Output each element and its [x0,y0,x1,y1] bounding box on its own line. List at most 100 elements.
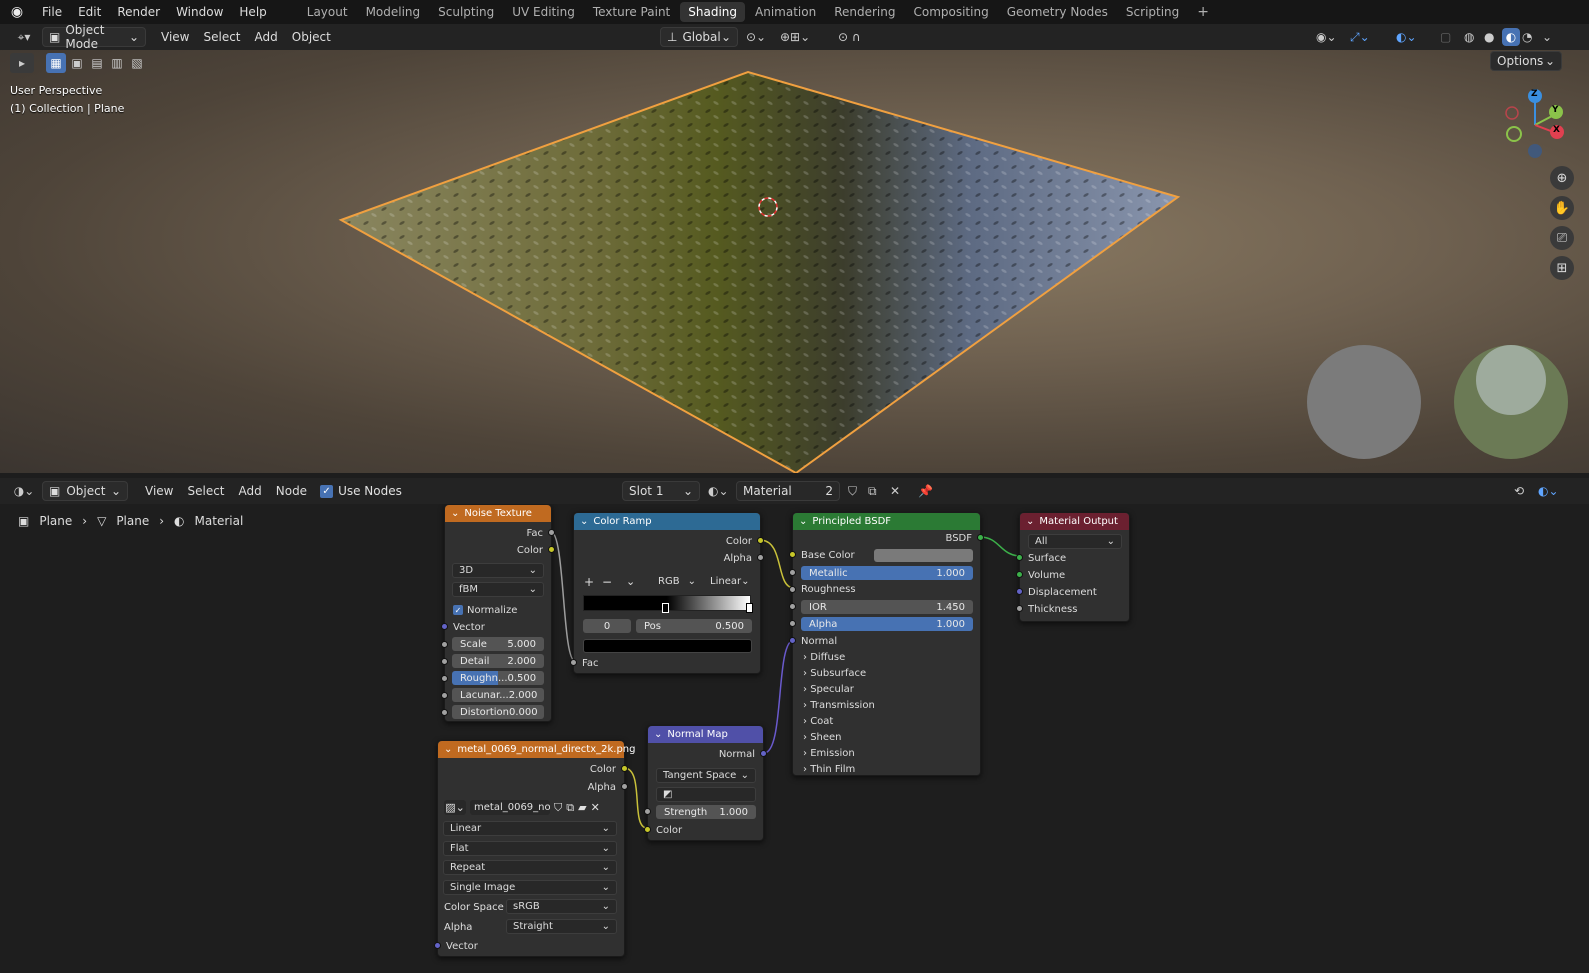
image-node-header[interactable]: ⌄ metal_0069_normal_directx_2k.png [438,741,635,758]
tab-uv-editing[interactable]: UV Editing [504,2,583,22]
normalmap-color-socket[interactable] [644,826,651,833]
ortho-grid-icon[interactable]: ⊞ [1550,256,1574,280]
ramp-pos-field[interactable]: Pos 0.500 [636,619,752,633]
surface-socket[interactable] [1016,554,1023,561]
node-menu-add[interactable]: Add [232,484,269,498]
node-menu-view[interactable]: View [138,484,180,498]
image-vector-socket[interactable] [434,942,441,949]
noise-color-socket[interactable] [548,546,555,553]
volume-socket[interactable] [1016,571,1023,578]
ramp-alpha-socket[interactable] [757,554,764,561]
normalmap-node-header[interactable]: ⌄ Normal Map [648,726,763,743]
normal-socket[interactable] [789,637,796,644]
slot-selector[interactable]: Slot 1 ⌄ [622,481,700,501]
panel-subsurface[interactable]: › Subsurface [803,668,866,679]
noise-vector-socket[interactable] [441,623,448,630]
rendered-shading-icon[interactable]: ◔ [1522,30,1532,44]
node-editor-type-icon[interactable]: ◑⌄ [6,484,42,498]
tab-layout[interactable]: Layout [299,2,356,22]
image-source-dropdown[interactable]: Single Image ⌄ [443,880,617,895]
panel-thin-film[interactable]: › Thin Film [803,764,855,775]
collapse-chevron-icon[interactable]: ⌄ [451,508,459,519]
metallic-socket[interactable] [789,569,796,576]
normalmap-uv-field[interactable]: ◩ [656,787,756,802]
tab-geometry-nodes[interactable]: Geometry Nodes [999,2,1116,22]
menu-help[interactable]: Help [231,0,274,24]
material-preview-icon[interactable]: ◐ [1502,28,1520,46]
visibility-icon[interactable]: ◉⌄ [1316,30,1337,44]
ramp-stop-black[interactable] [662,603,669,613]
base-color-swatch[interactable] [874,549,973,562]
noise-scale-field[interactable]: Scale 5.000 [452,637,544,651]
panel-emission[interactable]: › Emission [803,748,855,759]
collapse-chevron-icon[interactable]: ⌄ [444,744,452,755]
material-output-node[interactable]: ⌄ Material Output All ⌄ Surface Volume Dis… [1016,512,1130,622]
output-node-header[interactable]: ⌄ Material Output [1020,513,1129,530]
normalmap-space-dropdown[interactable]: Tangent Space ⌄ [656,768,756,783]
node-menu-node[interactable]: Node [269,484,314,498]
tab-sculpting[interactable]: Sculpting [430,2,502,22]
shading-options-icon[interactable]: ⌄ [1542,30,1552,44]
noise-distortion-socket[interactable] [441,709,448,716]
ramp-menu-chevron-icon[interactable]: ⌄ [626,575,635,588]
color-ramp-node[interactable]: ⌄ Color Ramp Color Alpha + − ⌄ RGB ⌄ Linea… [570,512,764,674]
tab-animation[interactable]: Animation [747,2,824,22]
image-alpha-mode-dropdown[interactable]: Straight ⌄ [506,919,617,934]
ramp-node-header[interactable]: ⌄ Color Ramp [574,513,760,530]
noise-type-dropdown[interactable]: fBM ⌄ [452,582,544,597]
ramp-fac-socket[interactable] [570,659,577,666]
image-shield-icon[interactable]: ⛉ [554,801,562,815]
ramp-interp-dropdown[interactable]: Linear ⌄ [704,574,754,589]
material-user-count[interactable]: 2 [819,484,833,498]
transform-orientation-selector[interactable]: ⊥ Global ⌄ [660,27,738,47]
thickness-socket[interactable] [1016,605,1023,612]
collapse-chevron-icon[interactable]: ⌄ [654,729,662,740]
snap-icon[interactable]: ⊕⊞⌄ [780,30,810,44]
zoom-icon[interactable]: ⊕ [1550,166,1574,190]
noise-roughness-socket[interactable] [441,675,448,682]
tab-shading[interactable]: Shading [680,2,745,22]
panel-coat[interactable]: › Coat [803,716,833,727]
image-browse-icon[interactable]: ▨⌄ [444,800,466,815]
tab-modeling[interactable]: Modeling [358,2,429,22]
ior-socket[interactable] [789,603,796,610]
normalmap-output-socket[interactable] [760,750,767,757]
menu-window[interactable]: Window [168,0,231,24]
overlay-toggle-icon[interactable]: ◐⌄ [1396,30,1417,44]
metallic-field[interactable]: Metallic 1.000 [801,566,973,580]
panel-sheen[interactable]: › Sheen [803,732,842,743]
noise-detail-socket[interactable] [441,658,448,665]
noise-lacunarity-socket[interactable] [441,692,448,699]
node-gizmo-icon[interactable]: ◐⌄ [1538,484,1559,498]
vp-menu-view[interactable]: View [154,30,196,44]
base-color-socket[interactable] [789,551,796,558]
alpha-field[interactable]: Alpha 1.000 [801,617,973,631]
menu-edit[interactable]: Edit [70,0,109,24]
tab-compositing[interactable]: Compositing [905,2,996,22]
pan-hand-icon[interactable]: ✋ [1550,196,1574,220]
vp-menu-select[interactable]: Select [196,30,247,44]
material-name-field[interactable]: Material 2 [736,481,840,501]
noise-node-header[interactable]: ⌄ Noise Texture [445,505,551,522]
image-texture-node[interactable]: ⌄ metal_0069_normal_directx_2k.png Color … [434,740,635,957]
ramp-color-socket[interactable] [757,537,764,544]
wireframe-shading-icon[interactable]: ◍ [1464,30,1474,44]
solid-shading-icon[interactable]: ● [1484,30,1494,44]
navigation-gizmo[interactable]: Z Y X [1500,86,1570,162]
image-alpha-socket[interactable] [621,783,628,790]
tab-scripting[interactable]: Scripting [1118,2,1187,22]
normal-map-node[interactable]: ⌄ Normal Map Normal Tangent Space ⌄ ◩ Stre… [644,725,767,841]
noise-texture-node[interactable]: ⌄ Noise Texture Fac Color 3D ⌄ fBM ⌄ ✓ Norm… [441,504,555,722]
ramp-add-button[interactable]: + [584,575,594,589]
3d-viewport[interactable]: ▸ ▦ ▣ ▤ ▥ ▧ User Perspective (1) Collect… [0,50,1589,473]
panel-transmission[interactable]: › Transmission [803,700,875,711]
node-overlay-icon[interactable]: ⟲ [1514,484,1524,498]
material-browse-icon[interactable]: ◐⌄ [708,484,729,498]
ramp-stop-white[interactable] [746,603,753,613]
image-projection-dropdown[interactable]: Flat ⌄ [443,841,617,856]
plane-mesh[interactable] [0,50,1589,473]
image-name-field[interactable]: metal_0069_no... [470,800,550,815]
ramp-stop-color-swatch[interactable] [583,639,752,653]
image-colorspace-dropdown[interactable]: sRGB ⌄ [506,899,617,914]
ramp-remove-button[interactable]: − [602,575,612,589]
